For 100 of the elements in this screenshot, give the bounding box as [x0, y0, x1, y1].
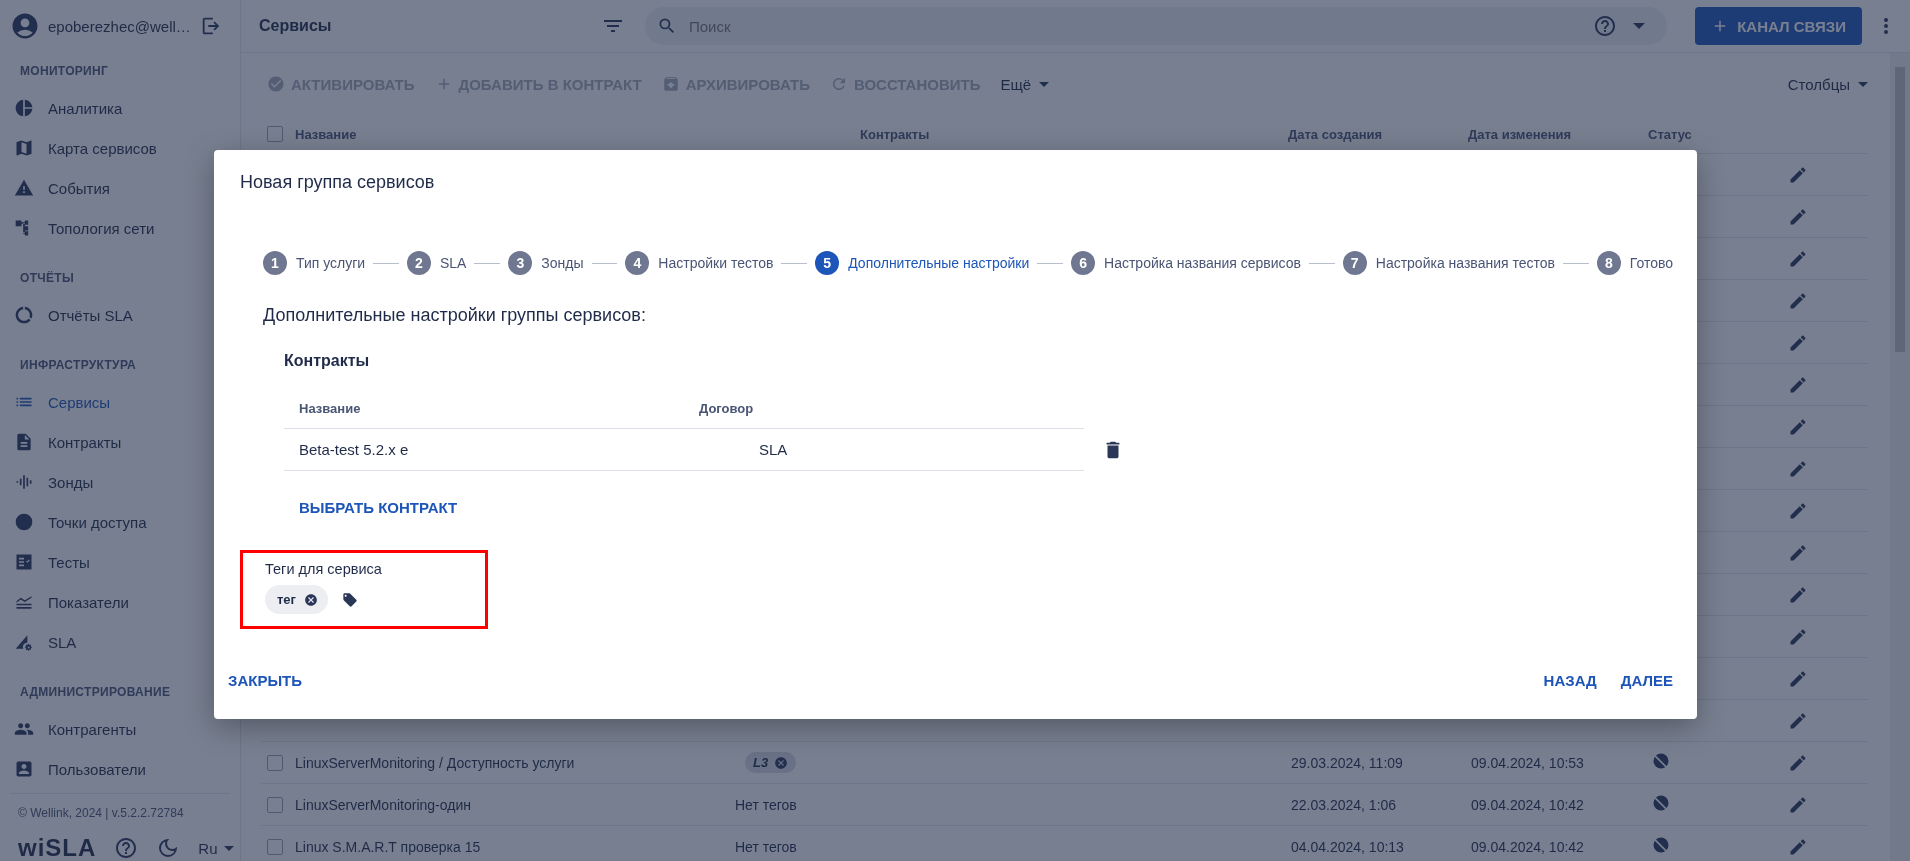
table-cell-text: 04.04.2024, 10:13 [1291, 838, 1405, 855]
step-label[interactable]: Настройка названия сервисов [1104, 255, 1301, 271]
step-label[interactable]: Настройки тестов [658, 255, 774, 271]
archive-icon [661, 75, 680, 93]
crossed-circle-icon [1651, 835, 1671, 855]
table-cell-text: 09.04.2024, 10:42 [1471, 838, 1585, 855]
nav-item[interactable]: SLA [10, 622, 240, 662]
help-icon[interactable] [114, 836, 139, 860]
column-header[interactable]: Контракты [860, 126, 1288, 142]
user-name[interactable]: epoberezhec@well… [48, 17, 192, 35]
page-title: Сервисы [259, 17, 333, 35]
caret-icon [1039, 81, 1050, 87]
step-number[interactable]: 4 [625, 251, 650, 275]
nav-item[interactable]: Аналитика [10, 88, 240, 128]
copyright-text: © Wellink, 2024 | v.5.2.2.72784 [18, 806, 185, 820]
nav-item[interactable]: Карта сервисов [10, 128, 240, 168]
step-number[interactable]: 8 [1596, 251, 1621, 275]
warning-icon [14, 178, 34, 198]
section-heading: Дополнительные настройки группы сервисов: [263, 305, 647, 326]
caret-icon[interactable] [1633, 23, 1646, 29]
table-cell: SLA [759, 441, 788, 458]
step-label[interactable]: SLA [440, 255, 467, 271]
nav-item[interactable]: Тесты [10, 542, 240, 582]
nav-item[interactable]: Точки доступа [10, 502, 240, 542]
tag-chip[interactable]: L3 [745, 752, 797, 773]
nav-item[interactable]: Сервисы [10, 382, 240, 422]
column-header[interactable]: Название [295, 126, 860, 142]
checkbox[interactable] [267, 796, 283, 813]
select-contract-link[interactable]: ВЫБРАТЬ КОНТРАКТ [299, 499, 458, 516]
nav-item[interactable]: Показатели [10, 582, 240, 622]
table-cell-text: 29.03.2024, 11:09 [1291, 754, 1404, 771]
step-label[interactable]: Настройка названия тестов [1375, 255, 1555, 271]
person-card-icon [14, 759, 34, 779]
checkbox[interactable] [267, 754, 283, 771]
document-icon [14, 432, 34, 452]
table-cell: Нет тегов [735, 796, 797, 813]
crossed-circle-icon [1651, 793, 1671, 813]
nav-item[interactable]: Пользователи [10, 749, 240, 789]
caret-icon [1858, 81, 1868, 87]
step-number[interactable]: 5 [815, 251, 840, 275]
dialog-title: Новая группа сервисов [240, 172, 436, 193]
table-cell-text: 09.04.2024, 10:53 [1471, 754, 1585, 771]
nav-item[interactable]: Топология сети [10, 208, 240, 248]
step-number[interactable]: 6 [1071, 251, 1096, 275]
column-header[interactable]: Дата изменения [1468, 126, 1648, 142]
column-header: Название [298, 400, 362, 416]
avatar-icon[interactable] [10, 11, 40, 41]
ring-chart-icon [14, 305, 34, 325]
close-button[interactable]: ЗАКРЫТЬ [228, 671, 303, 689]
nav-item[interactable]: События [10, 168, 240, 208]
step-label[interactable]: Тип услуги [296, 255, 366, 271]
subsection-title: Контракты [284, 352, 371, 370]
tag-chip[interactable]: тег [265, 585, 328, 614]
table-cell-text: Linux S.M.A.R.T проверка 15 [295, 838, 482, 855]
table-cell-text: 22.03.2024, 1:06 [1291, 796, 1398, 813]
nav-item[interactable]: Контрагенты [10, 709, 240, 749]
table-cell-text: LinuxServerMonitoring / Доступность услуги [295, 754, 576, 771]
scrollbar[interactable] [1890, 53, 1910, 861]
step-label[interactable]: Зонды [541, 255, 584, 271]
table-cell: Нет тегов [735, 838, 797, 855]
table-cell-text: Beta-test 5.2.x e [298, 441, 410, 458]
step-number[interactable]: 2 [407, 251, 431, 275]
table-cell-text: 09.04.2024, 10:42 [1471, 796, 1585, 813]
pie-chart-icon [14, 98, 34, 118]
nav-item[interactable]: Зонды [10, 462, 240, 502]
logout-icon[interactable] [200, 15, 222, 37]
waveform-icon [14, 472, 34, 492]
help-icon[interactable] [1593, 14, 1618, 38]
step-label[interactable]: Дополнительные настройки [848, 255, 1030, 271]
checkbox[interactable] [267, 838, 283, 855]
section-title: МОНИТОРИНГ [19, 63, 110, 80]
back-button[interactable]: НАЗАД [1543, 671, 1597, 689]
section-title: ОТЧЁТЫ [19, 270, 75, 287]
step-label[interactable]: Готово [1629, 255, 1674, 271]
columns-dropdown[interactable]: Столбцы [1787, 75, 1868, 93]
checkbox[interactable] [267, 126, 283, 142]
circle-icon [14, 512, 34, 532]
add-channel-button[interactable]: КАНАЛ СВЯЗИ [1695, 7, 1862, 45]
logo[interactable]: wiSLA [18, 834, 97, 861]
nav-item[interactable]: Отчёты SLA [10, 295, 240, 335]
crossed-circle-icon [1651, 751, 1671, 771]
section-title: ИНФРАСТРУКТУРА [19, 357, 138, 374]
caret-icon [223, 845, 234, 851]
tag-icon[interactable] [342, 591, 358, 608]
column-header: Договор [699, 400, 754, 416]
step-number[interactable]: 1 [263, 251, 287, 275]
remove-icon[interactable] [304, 592, 318, 607]
step-number[interactable]: 7 [1342, 251, 1367, 275]
column-header[interactable]: Дата создания [1288, 126, 1468, 142]
next-button[interactable]: ДАЛЕЕ [1620, 671, 1673, 689]
field-label: Теги для сервиса [265, 561, 383, 577]
nav-item[interactable]: Контракты [10, 422, 240, 462]
search-icon [657, 16, 677, 36]
more-dropdown[interactable]: Ещё [1000, 75, 1050, 93]
table-cell-text: LinuxServerMonitoring-один [295, 796, 472, 813]
checklist-icon [14, 552, 34, 572]
map-icon [14, 138, 34, 158]
language-select[interactable]: Ru [198, 839, 234, 857]
column-header[interactable]: Статус [1648, 126, 1748, 142]
step-number[interactable]: 3 [508, 251, 533, 275]
